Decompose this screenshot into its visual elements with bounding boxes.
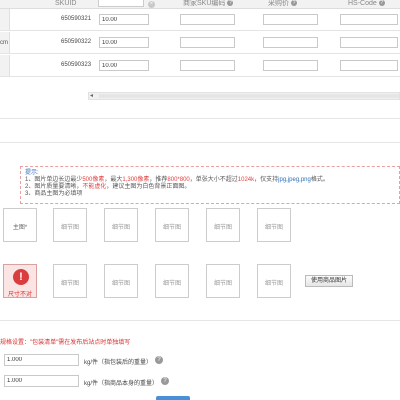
net-weight-unit: kg/件（指商品本身的重量） xyxy=(84,381,159,387)
clear-icon[interactable]: × xyxy=(148,1,155,8)
submit-button[interactable] xyxy=(156,396,190,400)
header-market-price: 采购价? xyxy=(268,0,297,7)
tips-line-3: 3、商品主图为必填项 xyxy=(25,191,83,197)
error-image-slot[interactable]: ! 尺寸不对 xyxy=(3,264,37,298)
row-spec xyxy=(0,9,10,30)
error-text: 尺寸不对 xyxy=(7,292,32,298)
gross-weight-unit: kg/件（指包装后的重量） xyxy=(84,360,153,366)
tips-line-1: 1、图片单边长边最少500像素，最大1,300像素，推荐800*800，单张大小… xyxy=(25,177,329,183)
divider xyxy=(0,142,400,143)
market-price-input[interactable] xyxy=(263,37,318,48)
detail-image-slot[interactable]: 细节图 xyxy=(104,208,138,242)
batch-price-input[interactable] xyxy=(98,0,144,7)
slot-label: 细节图 xyxy=(60,225,79,231)
scroll-left-icon[interactable]: ◂ xyxy=(90,93,93,99)
slot-label: 细节图 xyxy=(60,281,79,287)
slot-label: 细节图 xyxy=(213,281,232,287)
slot-label: 细节图 xyxy=(264,281,283,287)
scrollbar-thumb[interactable] xyxy=(99,94,399,98)
hs-code-input[interactable] xyxy=(340,37,398,48)
row-skuid: 650590321 xyxy=(61,16,92,22)
help-icon[interactable]: ? xyxy=(227,0,234,6)
market-price-input[interactable] xyxy=(263,14,318,25)
slot-label: 细节图 xyxy=(213,225,232,231)
detail-image-slot[interactable]: 细节图 xyxy=(155,208,189,242)
row-spec: cm xyxy=(0,32,10,53)
sku-table: SKUID × 商家SKU编码? 采购价? HS-Code? 650590321… xyxy=(0,0,400,90)
detail-image-slot[interactable]: 细节图 xyxy=(206,208,240,242)
net-weight-input[interactable] xyxy=(4,375,79,387)
slot-label: 细节图 xyxy=(162,225,181,231)
divider xyxy=(0,320,400,321)
package-warning: 规格设置："包装清单"需在发布后站点时单独填写 xyxy=(0,340,131,346)
horizontal-scrollbar[interactable]: ◂ xyxy=(88,92,400,100)
help-icon[interactable]: ? xyxy=(291,0,297,6)
table-row: cm 650590322 xyxy=(0,32,400,54)
market-price-input[interactable] xyxy=(263,60,318,71)
image-tips-box: 提示: 1、图片单边长边最少500像素，最大1,300像素，推荐800*800，… xyxy=(20,166,400,204)
slot-label: 细节图 xyxy=(264,225,283,231)
header-merchant-code: 商家SKU编码? xyxy=(183,0,234,7)
slot-label: 细节图 xyxy=(111,281,130,287)
detail-image-slot[interactable]: 细节图 xyxy=(53,208,87,242)
help-icon[interactable]: ? xyxy=(155,356,163,364)
merchant-code-input[interactable] xyxy=(180,60,235,71)
merchant-code-input[interactable] xyxy=(180,14,235,25)
hs-code-input[interactable] xyxy=(340,14,398,25)
row-skuid: 650590322 xyxy=(61,39,92,45)
slot-label: 细节图 xyxy=(162,281,181,287)
hs-code-input[interactable] xyxy=(340,60,398,71)
header-skuid: SKUID xyxy=(55,0,77,7)
tips-title: 提示: xyxy=(25,170,39,176)
net-weight-row: kg/件（指商品本身的重量） ? xyxy=(0,375,400,389)
warning-icon: ! xyxy=(13,269,29,285)
detail-image-slot[interactable]: 细节图 xyxy=(104,264,138,298)
sku-table-header: SKUID × 商家SKU编码? 采购价? HS-Code? xyxy=(0,0,400,9)
row-spec xyxy=(0,55,10,76)
price-input[interactable] xyxy=(99,60,149,71)
detail-image-slot[interactable]: 细节图 xyxy=(53,264,87,298)
detail-image-slot[interactable]: 细节图 xyxy=(206,264,240,298)
header-hs-code: HS-Code? xyxy=(348,0,385,7)
detail-image-slot[interactable]: 细节图 xyxy=(257,264,291,298)
table-row: 650590323 xyxy=(0,55,400,77)
price-input[interactable] xyxy=(99,14,149,25)
use-product-images-button[interactable]: 使用商品图片 xyxy=(305,275,353,287)
detail-image-slot[interactable]: 细节图 xyxy=(257,208,291,242)
detail-image-slot[interactable]: 细节图 xyxy=(155,264,189,298)
tips-line-2: 2、图片质量要清晰，不能虚化，建议主图为白色背景正面图。 xyxy=(25,184,191,190)
price-input[interactable] xyxy=(99,37,149,48)
merchant-code-input[interactable] xyxy=(180,37,235,48)
gross-weight-row: kg/件（指包装后的重量） ? xyxy=(0,354,400,368)
table-row: 650590321 xyxy=(0,9,400,31)
help-icon[interactable]: ? xyxy=(378,0,385,6)
main-image-slot[interactable]: 主图* xyxy=(3,208,37,242)
divider xyxy=(0,118,400,119)
slot-label: 主图* xyxy=(12,225,28,231)
slot-label: 细节图 xyxy=(111,225,130,231)
help-icon[interactable]: ? xyxy=(161,377,169,385)
gross-weight-input[interactable] xyxy=(4,354,79,366)
row-skuid: 650590323 xyxy=(61,62,92,68)
